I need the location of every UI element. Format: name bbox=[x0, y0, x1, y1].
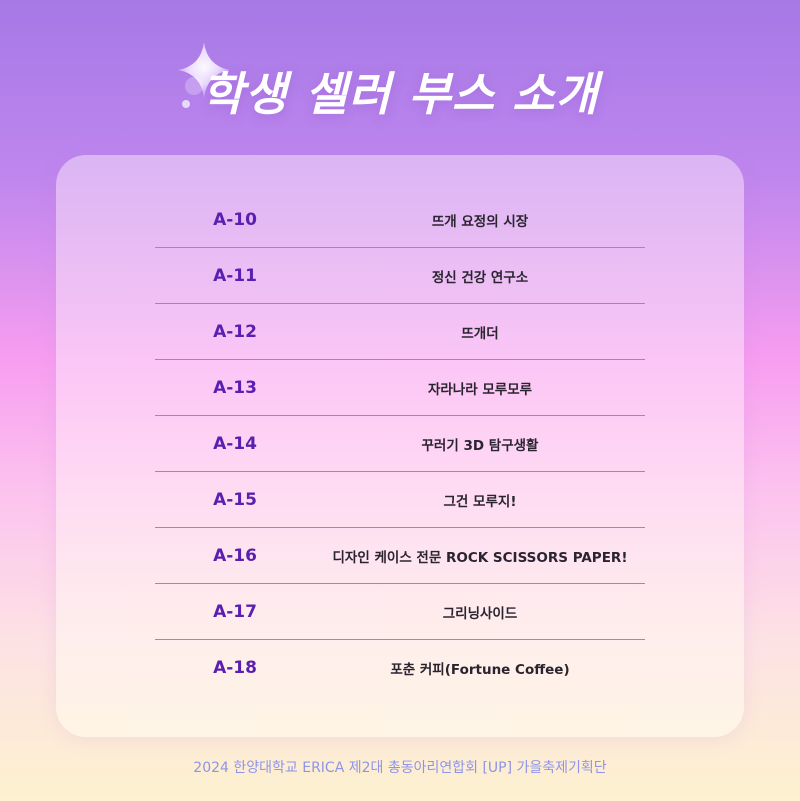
booth-code: A-14 bbox=[213, 433, 257, 454]
booth-code: A-13 bbox=[213, 377, 257, 398]
booth-row: A-12 뜨개더 bbox=[155, 304, 645, 360]
booth-row: A-10 뜨개 요정의 시장 bbox=[155, 192, 645, 248]
booth-name: 포춘 커피(Fortune Coffee) bbox=[390, 662, 570, 678]
booth-code: A-10 bbox=[213, 209, 257, 230]
booth-row: A-16 디자인 케이스 전문 ROCK SCISSORS PAPER! bbox=[155, 528, 645, 584]
booth-row: A-17 그리닝사이드 bbox=[155, 584, 645, 640]
booth-name: 디자인 케이스 전문 ROCK SCISSORS PAPER! bbox=[332, 549, 628, 566]
booth-row: A-11 정신 건강 연구소 bbox=[155, 248, 645, 304]
booth-name: 뜨개 요정의 시장 bbox=[431, 213, 529, 230]
booth-name: 그건 모루지! bbox=[443, 493, 517, 510]
booth-code: A-12 bbox=[213, 321, 257, 342]
booth-code: A-17 bbox=[213, 601, 257, 622]
footer-credit: 2024 한양대학교 ERICA 제2대 총동아리연합회 [UP] 가을축제기획… bbox=[193, 760, 607, 776]
booth-name: 정신 건강 연구소 bbox=[431, 269, 529, 286]
booth-code: A-16 bbox=[213, 545, 257, 566]
booth-code: A-18 bbox=[213, 658, 257, 678]
booth-list: A-10 뜨개 요정의 시장 A-11 정신 건강 연구소 A-12 뜨개더 A-13 자라나… bbox=[155, 192, 645, 696]
booth-name: 뜨개더 bbox=[461, 325, 499, 342]
booth-row: A-15 그건 모루지! bbox=[155, 472, 645, 528]
booth-row: A-14 꾸러기 3D 탐구생활 bbox=[155, 416, 645, 472]
booth-name: 자라나라 모루모루 bbox=[427, 381, 533, 398]
booth-row: A-13 자라나라 모루모루 bbox=[155, 360, 645, 416]
booth-name: 꾸러기 3D 탐구생활 bbox=[421, 437, 539, 454]
booth-code: A-15 bbox=[213, 489, 257, 510]
page-title: 학생 셀러 부스 소개 bbox=[201, 67, 599, 121]
booth-name: 그리닝사이드 bbox=[442, 605, 518, 622]
booth-row: A-18 포춘 커피(Fortune Coffee) bbox=[155, 640, 645, 696]
booth-code: A-11 bbox=[213, 265, 257, 286]
